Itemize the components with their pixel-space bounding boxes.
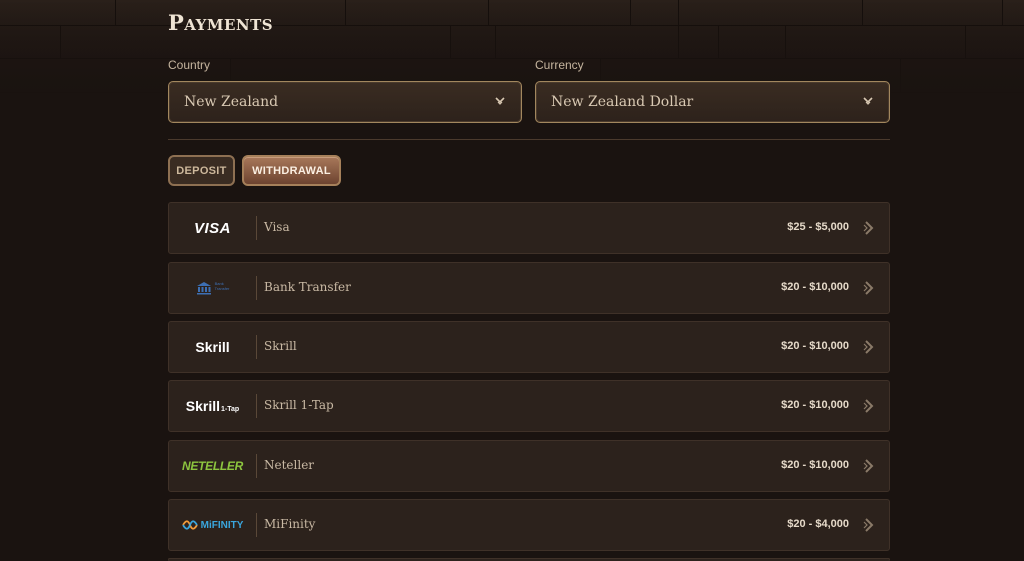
method-name: Visa bbox=[264, 220, 290, 234]
payment-method-bank-transfer[interactable]: Bank Transfer Bank Transfer $20 - $10,000 bbox=[168, 262, 890, 314]
method-name: Neteller bbox=[264, 458, 315, 472]
payment-method-neteller[interactable]: NETELLER Neteller $20 - $10,000 bbox=[168, 440, 890, 492]
currency-value: New Zealand Dollar bbox=[551, 94, 694, 110]
visa-logo: VISA bbox=[193, 219, 231, 237]
tab-withdrawal[interactable]: WITHDRAWAL bbox=[242, 155, 341, 186]
method-range: $20 - $4,000 bbox=[787, 518, 849, 530]
divider bbox=[256, 454, 257, 478]
chevron-right-icon bbox=[863, 221, 874, 235]
mifinity-mark-icon bbox=[181, 520, 198, 530]
divider bbox=[256, 335, 257, 359]
divider bbox=[256, 216, 257, 240]
method-range: $20 - $10,000 bbox=[781, 399, 849, 411]
neteller-logo: NETELLER bbox=[182, 459, 243, 473]
chevron-right-icon bbox=[863, 459, 874, 473]
method-range: $25 - $5,000 bbox=[787, 221, 849, 233]
tab-deposit[interactable]: DEPOSIT bbox=[168, 155, 235, 186]
divider bbox=[256, 513, 257, 537]
payment-method-visa[interactable]: VISA Visa $25 - $5,000 bbox=[168, 202, 890, 254]
payment-method-skrill-1-tap[interactable]: Skrill1-Tap Skrill 1-Tap $20 - $10,000 bbox=[168, 380, 890, 432]
divider bbox=[168, 139, 890, 140]
payment-method-skrill[interactable]: Skrill Skrill $20 - $10,000 bbox=[168, 321, 890, 373]
chevron-right-icon bbox=[863, 399, 874, 413]
chevron-down-icon bbox=[863, 97, 873, 105]
country-value: New Zealand bbox=[184, 94, 279, 110]
divider bbox=[256, 394, 257, 418]
bank-logo: Bank Transfer bbox=[169, 263, 256, 313]
payment-method-mifinity[interactable]: MiFINITY MiFinity $20 - $4,000 bbox=[168, 499, 890, 551]
method-name: Skrill 1-Tap bbox=[264, 398, 334, 412]
page-title: Payments bbox=[168, 10, 274, 35]
chevron-right-icon bbox=[863, 518, 874, 532]
skrill-1tap-logo: Skrill1-Tap bbox=[185, 398, 240, 414]
method-range: $20 - $10,000 bbox=[781, 340, 849, 352]
chevron-right-icon bbox=[863, 281, 874, 295]
chevron-right-icon bbox=[863, 340, 874, 354]
method-range: $20 - $10,000 bbox=[781, 281, 849, 293]
skrill-logo: Skrill bbox=[195, 339, 230, 355]
mifinity-logo: MiFINITY bbox=[169, 500, 256, 550]
method-name: Skrill bbox=[264, 339, 297, 353]
country-label: Country bbox=[168, 58, 211, 72]
bank-icon bbox=[196, 282, 211, 295]
chevron-down-icon bbox=[495, 97, 505, 105]
currency-label: Currency bbox=[535, 58, 584, 72]
method-name: Bank Transfer bbox=[264, 280, 351, 294]
divider bbox=[256, 276, 257, 300]
method-name: MiFinity bbox=[264, 517, 316, 531]
currency-select[interactable]: New Zealand Dollar bbox=[535, 81, 890, 123]
method-range: $20 - $10,000 bbox=[781, 459, 849, 471]
country-select[interactable]: New Zealand bbox=[168, 81, 522, 123]
